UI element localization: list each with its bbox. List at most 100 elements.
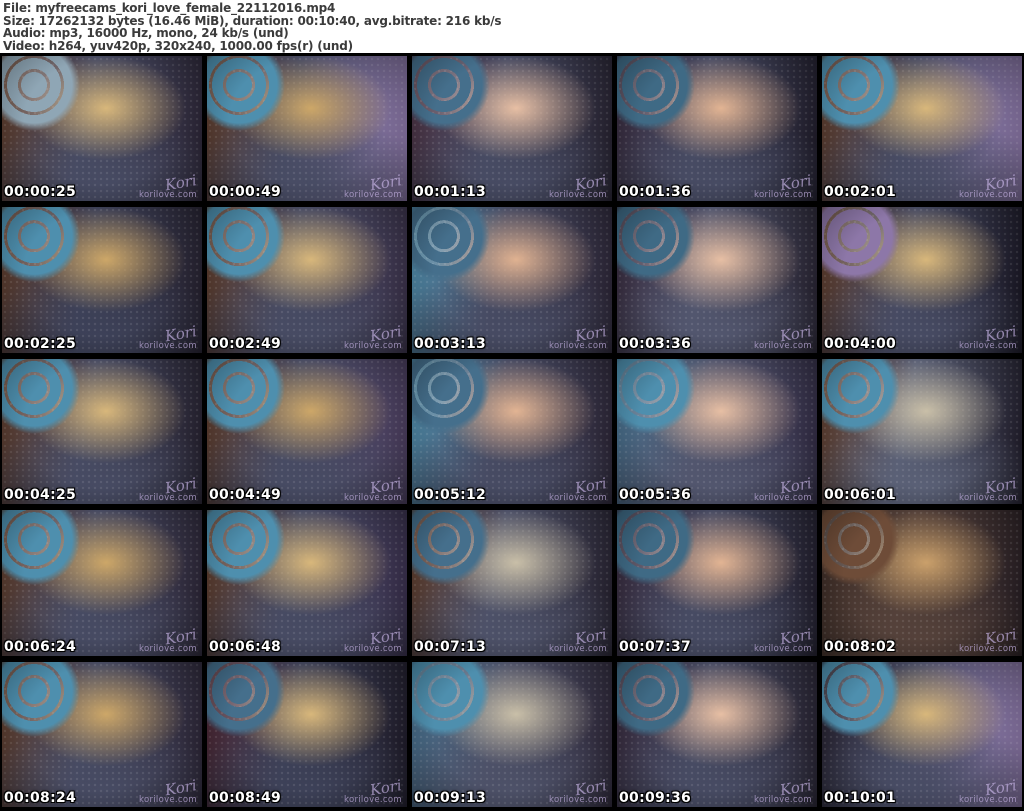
- watermark: Kori korilove.com: [754, 777, 813, 805]
- kori-script-logo-icon: Kori: [368, 776, 404, 800]
- video-thumbnail[interactable]: Kori korilove.com 00:04:25: [2, 358, 202, 505]
- watermark-domain: korilove.com: [139, 492, 197, 503]
- watermark: Kori korilove.com: [959, 474, 1018, 503]
- watermark: Kori korilove.com: [959, 171, 1018, 200]
- video-thumbnail[interactable]: Kori korilove.com 00:06:24: [2, 510, 202, 656]
- watermark-domain: korilove.com: [549, 644, 607, 655]
- watermark: Kori korilove.com: [549, 474, 608, 503]
- thumbnail-vignette: [822, 358, 1022, 505]
- video-thumbnail[interactable]: Kori korilove.com 00:10:01: [822, 661, 1022, 807]
- watermark-domain: korilove.com: [549, 189, 607, 200]
- video-thumbnail[interactable]: Kori korilove.com 00:08:24: [2, 661, 202, 807]
- timestamp-overlay: 00:02:01: [824, 184, 897, 201]
- timestamp-overlay: 00:09:36: [619, 789, 692, 806]
- watermark-domain: korilove.com: [959, 492, 1017, 503]
- kori-script-logo-icon: Kori: [983, 776, 1019, 800]
- watermark: Kori korilove.com: [754, 322, 813, 351]
- video-thumbnail[interactable]: Kori korilove.com 00:09:13: [412, 661, 612, 807]
- watermark-domain: korilove.com: [959, 644, 1017, 655]
- watermark-domain: korilove.com: [754, 492, 812, 503]
- video-thumbnail[interactable]: Kori korilove.com 00:02:01: [822, 56, 1022, 202]
- video-thumbnail[interactable]: Kori korilove.com 00:08:02: [822, 510, 1022, 656]
- video-thumbnail[interactable]: Kori korilove.com 00:05:12: [412, 358, 612, 505]
- watermark-domain: korilove.com: [959, 795, 1017, 806]
- video-thumbnail[interactable]: Kori korilove.com 00:03:13: [412, 207, 612, 353]
- thumbnail-vignette: [412, 661, 612, 807]
- kori-script-logo-icon: Kori: [983, 473, 1019, 498]
- watermark: Kori korilove.com: [139, 171, 198, 200]
- watermark-domain: korilove.com: [344, 492, 402, 503]
- video-thumbnail[interactable]: Kori korilove.com 00:02:25: [2, 207, 202, 353]
- thumbnail-vignette: [207, 661, 407, 807]
- video-thumbnail[interactable]: Kori korilove.com 00:00:49: [207, 56, 407, 202]
- thumbnail-vignette: [207, 207, 407, 353]
- video-thumbnail[interactable]: Kori korilove.com 00:06:48: [207, 510, 407, 656]
- timestamp-overlay: 00:10:01: [824, 789, 897, 806]
- thumbnail-vignette: [412, 207, 612, 353]
- thumbnail-vignette: [617, 56, 817, 202]
- timestamp-overlay: 00:01:36: [619, 184, 692, 201]
- timestamp-overlay: 00:04:49: [209, 487, 282, 504]
- watermark-domain: korilove.com: [959, 341, 1017, 352]
- thumbnail-vignette: [207, 510, 407, 656]
- watermark: Kori korilove.com: [139, 322, 198, 351]
- kori-script-logo-icon: Kori: [778, 322, 814, 346]
- video-thumbnail[interactable]: Kori korilove.com 00:04:00: [822, 207, 1022, 353]
- thumbnail-vignette: [207, 358, 407, 505]
- watermark: Kori korilove.com: [754, 625, 813, 654]
- kori-script-logo-icon: Kori: [983, 322, 1019, 346]
- watermark: Kori korilove.com: [959, 322, 1018, 352]
- kori-script-logo-icon: Kori: [573, 171, 609, 195]
- video-thumbnail[interactable]: Kori korilove.com 00:08:49: [207, 661, 407, 807]
- timestamp-overlay: 00:05:12: [414, 487, 487, 504]
- kori-script-logo-icon: Kori: [778, 776, 814, 800]
- timestamp-overlay: 00:08:24: [4, 789, 77, 806]
- video-thumbnail[interactable]: Kori korilove.com 00:03:36: [617, 207, 817, 353]
- thumbnail-vignette: [2, 56, 202, 202]
- watermark-domain: korilove.com: [549, 795, 607, 806]
- kori-script-logo-icon: Kori: [573, 473, 609, 498]
- timestamp-overlay: 00:01:13: [414, 184, 487, 201]
- thumbnail-vignette: [617, 661, 817, 807]
- watermark: Kori korilove.com: [959, 777, 1018, 806]
- watermark: Kori korilove.com: [549, 171, 608, 200]
- watermark: Kori korilove.com: [549, 322, 608, 351]
- video-thumbnail[interactable]: Kori korilove.com 00:07:13: [412, 510, 612, 656]
- timestamp-overlay: 00:06:48: [209, 638, 282, 655]
- watermark: Kori korilove.com: [754, 474, 813, 503]
- video-thumbnail[interactable]: Kori korilove.com 00:07:37: [617, 510, 817, 656]
- thumbnail-vignette: [822, 56, 1022, 202]
- kori-script-logo-icon: Kori: [368, 473, 404, 498]
- watermark: Kori korilove.com: [344, 171, 403, 200]
- video-thumbnail[interactable]: Kori korilove.com 00:06:01: [822, 358, 1022, 505]
- watermark-domain: korilove.com: [139, 795, 197, 806]
- timestamp-overlay: 00:06:24: [4, 638, 77, 655]
- thumbnail-vignette: [207, 56, 407, 202]
- watermark: Kori korilove.com: [549, 777, 608, 806]
- watermark: Kori korilove.com: [549, 625, 608, 655]
- kori-script-logo-icon: Kori: [163, 322, 199, 346]
- kori-script-logo-icon: Kori: [163, 171, 199, 195]
- video-thumbnail[interactable]: Kori korilove.com 00:01:13: [412, 56, 612, 202]
- thumbnail-vignette: [412, 56, 612, 202]
- video-thumbnail[interactable]: Kori korilove.com 00:02:49: [207, 207, 407, 353]
- watermark-domain: korilove.com: [344, 644, 402, 655]
- watermark: Kori korilove.com: [139, 777, 198, 806]
- video-thumbnail[interactable]: Kori korilove.com 00:01:36: [617, 56, 817, 202]
- thumbnail-vignette: [2, 661, 202, 807]
- video-thumbnail[interactable]: Kori korilove.com 00:09:36: [617, 661, 817, 807]
- timestamp-overlay: 00:03:13: [414, 335, 487, 352]
- video-thumbnail[interactable]: Kori korilove.com 00:00:25: [2, 56, 202, 202]
- kori-script-logo-icon: Kori: [163, 776, 199, 800]
- thumbnail-vignette: [2, 510, 202, 656]
- thumbnail-vignette: [412, 510, 612, 656]
- thumbnail-vignette: [822, 661, 1022, 807]
- watermark: Kori korilove.com: [344, 625, 403, 655]
- watermark-domain: korilove.com: [549, 492, 607, 503]
- timestamp-overlay: 00:06:01: [824, 487, 897, 504]
- watermark: Kori korilove.com: [139, 625, 198, 655]
- timestamp-overlay: 00:08:49: [209, 789, 282, 806]
- video-thumbnail[interactable]: Kori korilove.com 00:05:36: [617, 358, 817, 505]
- video-thumbnail[interactable]: Kori korilove.com 00:04:49: [207, 358, 407, 505]
- watermark-domain: korilove.com: [139, 644, 197, 655]
